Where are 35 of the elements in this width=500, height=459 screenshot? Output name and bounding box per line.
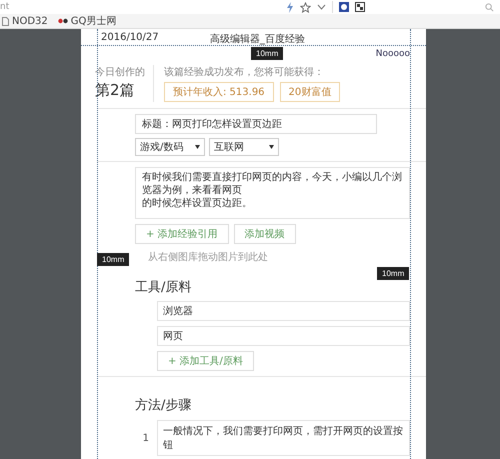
caret-down-icon [269,145,274,149]
add-button[interactable]: 添加视频 [234,224,296,244]
category-select[interactable]: 游戏/数码 [135,138,205,156]
intro-text-area[interactable]: 有时候我们需要直接打印网页的内容，今天，小编以几个浏览器为例，来看看网页 的时候怎样设置页边距。 [135,167,410,219]
extension-icon[interactable] [339,2,349,12]
margin-label: 10mm [251,47,284,60]
header-title: 高级编辑器_百度经验 [210,32,305,45]
reward-badge: 20财富值 [280,82,340,102]
intro-text: 的时候怎样设置页边距。 [142,197,253,210]
intro-text: 有时候我们需要直接打印网页的内容，今天，小编以几个浏览器为例，来看看网页 [142,171,403,197]
header-date: 2016/10/27 [101,32,159,45]
title-field[interactable]: 标题：网页打印怎样设置页边距 [135,114,377,134]
category-select[interactable]: 互联网 [209,138,279,156]
reward-prompt: 该篇经验成功发布，您将可能获得： [164,66,325,79]
steps-heading: 方法/步骤 [135,397,192,414]
tool-field[interactable]: 浏览器 [157,301,410,321]
bookmark-link[interactable]: GQ男士网 [58,14,116,28]
step-field[interactable]: 一般情况下，我们需要打印网页，需打开网页的设置按钮 [157,420,410,456]
caret-down-icon [195,145,200,149]
bookmark-link[interactable]: NOD32 [2,16,48,26]
user-name: Nooooo [376,49,410,61]
caret-down-icon[interactable] [317,4,326,10]
margin-label: 10mm [97,253,130,266]
margin-label: 10mm [377,267,410,280]
step-number: 1 [142,432,149,444]
lightning-icon[interactable] [286,2,294,12]
page-icon [2,16,9,26]
star-icon[interactable] [300,2,311,12]
reward-badge: 预计年收入: 513.96 [164,82,274,102]
image-drop-hint: 从右侧图库拖动图片到此处 [148,250,269,264]
dots-icon [58,18,68,24]
tools-heading: 工具/原料 [135,279,192,296]
today-count: 第2篇 [95,81,136,100]
grid-icon[interactable] [355,2,365,12]
tool-field[interactable]: 网页 [157,326,410,346]
